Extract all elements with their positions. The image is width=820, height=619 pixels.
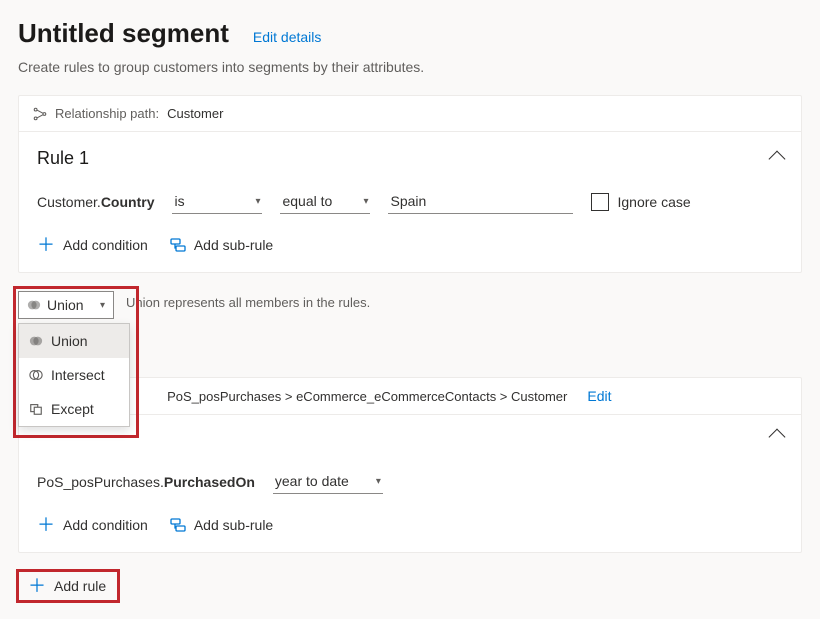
edit-path-link[interactable]: Edit (587, 388, 611, 404)
edit-details-link[interactable]: Edit details (253, 29, 321, 45)
add-rule-button[interactable]: ＋ Add rule (18, 571, 116, 601)
add-condition-button[interactable]: ＋ Add condition (37, 236, 148, 254)
collapse-icon[interactable] (769, 150, 786, 167)
rule-card-1: Relationship path: Customer Rule 1 Custo… (18, 95, 802, 273)
rule-card-2: Relationship path: PoS_posPurchases > eC… (18, 377, 802, 553)
dropdown-option-intersect[interactable]: Intersect (19, 358, 129, 392)
union-icon (29, 334, 43, 348)
relationship-path: PoS_posPurchases > eCommerce_eCommerceCo… (167, 389, 567, 404)
add-subrule-button[interactable]: Add sub-rule (170, 237, 273, 253)
add-subrule-button[interactable]: Add sub-rule (170, 517, 273, 533)
chevron-down-icon: ▾ (100, 300, 105, 311)
ignore-case-label: Ignore case (617, 194, 690, 210)
condition-attribute[interactable]: PoS_posPurchases.PurchasedOn (37, 474, 255, 490)
collapse-icon[interactable] (769, 429, 786, 446)
plus-icon: ＋ (37, 516, 55, 534)
chevron-down-icon: ▾ (363, 196, 368, 207)
set-operator-dropdown: Union Intersect Except (18, 323, 130, 427)
relationship-path-label: Relationship path: (55, 106, 159, 121)
set-operator-area: Union ▾ Union represents all members in … (18, 291, 802, 319)
union-icon (27, 298, 41, 312)
dropdown-option-except[interactable]: Except (19, 392, 129, 426)
operator-select[interactable]: year to date▾ (273, 469, 383, 494)
value-input[interactable] (388, 189, 573, 214)
chevron-down-icon: ▾ (255, 196, 260, 207)
add-condition-button[interactable]: ＋ Add condition (37, 516, 148, 534)
rule-1-title: Rule 1 (37, 148, 89, 169)
relationship-path-entity: Customer (167, 106, 223, 121)
except-icon (29, 402, 43, 416)
chevron-down-icon: ▾ (376, 476, 381, 487)
subrule-icon (170, 238, 186, 252)
set-operator-description: Union represents all members in the rule… (126, 295, 370, 310)
intersect-icon (29, 368, 43, 382)
relationship-path-icon (33, 107, 47, 121)
page-title: Untitled segment (18, 18, 229, 49)
set-operator-select[interactable]: Union ▾ (18, 291, 114, 319)
page-subtitle: Create rules to group customers into seg… (18, 59, 802, 75)
dropdown-option-union[interactable]: Union (19, 324, 129, 358)
comparator-select[interactable]: equal to▾ (280, 189, 370, 214)
condition-attribute[interactable]: Customer.Country (37, 194, 154, 210)
plus-icon: ＋ (28, 577, 46, 595)
operator-select[interactable]: is▾ (172, 189, 262, 214)
plus-icon: ＋ (37, 236, 55, 254)
subrule-icon (170, 518, 186, 532)
ignore-case-checkbox[interactable] (591, 193, 609, 211)
